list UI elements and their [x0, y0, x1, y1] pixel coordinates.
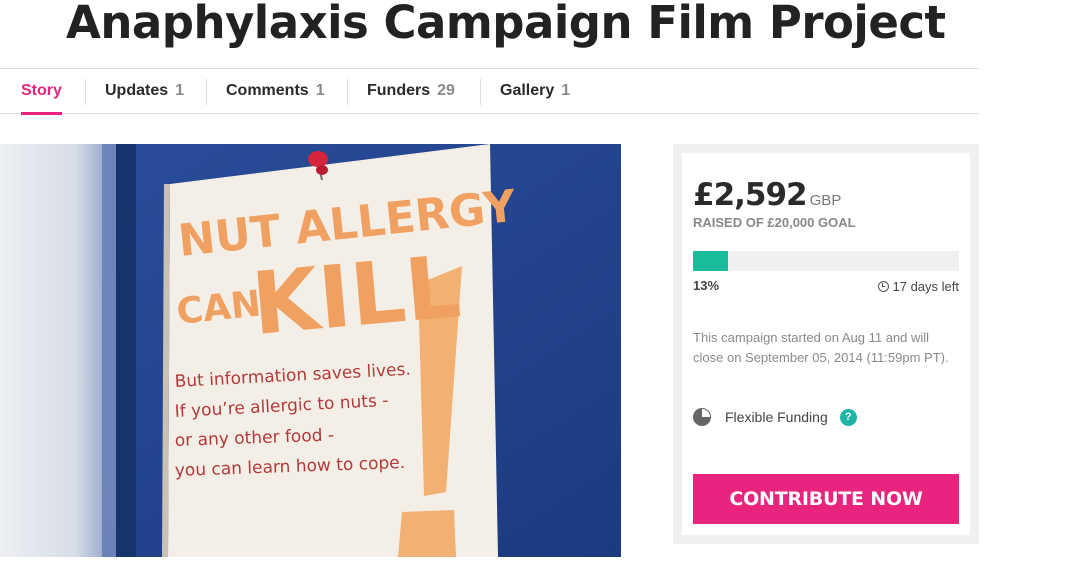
question-icon[interactable]: ?: [839, 408, 857, 426]
contribute-button[interactable]: CONTRIBUTE NOW: [693, 474, 959, 524]
tab-label: Story: [21, 82, 62, 99]
tab-label: Funders: [367, 82, 431, 99]
tab-updates[interactable]: Updates 1: [105, 69, 184, 113]
days-left: 17 days left: [877, 279, 960, 294]
progress-bar: [693, 251, 959, 271]
page-title: Anaphylaxis Campaign Film Project: [66, 0, 946, 49]
poster-kill: KILL: [248, 237, 464, 355]
pie-chart-icon: [693, 408, 711, 426]
goal-text: RAISED OF £20,000 GOAL: [693, 215, 856, 230]
tab-bar: Story Updates 1 Comments 1 Funders 29 Galle…: [0, 68, 979, 115]
funding-card: £2,592 GBP RAISED OF £20,000 GOAL 13% 17 …: [682, 153, 970, 535]
tab-story[interactable]: Story: [21, 69, 62, 115]
tab-count: 1: [561, 82, 571, 99]
tab-count: 1: [175, 82, 185, 99]
tab-label: Gallery: [500, 82, 555, 99]
clock-icon: [877, 281, 889, 292]
blurred-background: [0, 144, 102, 557]
funding-type-label: Flexible Funding: [725, 409, 828, 425]
board-edge: [102, 144, 116, 557]
funding-type: Flexible Funding?: [693, 408, 857, 428]
tab-label: Comments: [226, 82, 309, 99]
tab-divider: [480, 79, 481, 105]
tab-divider: [85, 79, 86, 105]
tab-count: 1: [315, 82, 325, 99]
currency-code: GBP: [809, 192, 842, 209]
tab-gallery[interactable]: Gallery 1: [500, 69, 570, 113]
campaign-dates: This campaign started on Aug 11 and will…: [693, 330, 949, 365]
days-left-text: 17 days left: [892, 279, 960, 294]
progress-percent: 13%: [693, 278, 720, 293]
tab-divider: [206, 79, 207, 105]
tab-count: 29: [437, 82, 455, 99]
board-frame: [116, 144, 136, 557]
exclamation-dot: [398, 510, 456, 557]
poster-can: CAN: [175, 283, 263, 333]
tab-comments[interactable]: Comments 1: [226, 69, 325, 113]
amount-value: £2,592: [693, 177, 808, 213]
progress-fill: [693, 251, 728, 271]
campaign-image[interactable]: NUT ALLERGY CAN KILL But information sav…: [0, 144, 621, 557]
tab-divider: [347, 79, 348, 105]
tab-funders[interactable]: Funders 29: [367, 69, 455, 113]
tab-label: Updates: [105, 82, 169, 99]
amount-raised: £2,592 GBP: [693, 177, 841, 213]
funding-panel: £2,592 GBP RAISED OF £20,000 GOAL 13% 17 …: [673, 144, 979, 544]
